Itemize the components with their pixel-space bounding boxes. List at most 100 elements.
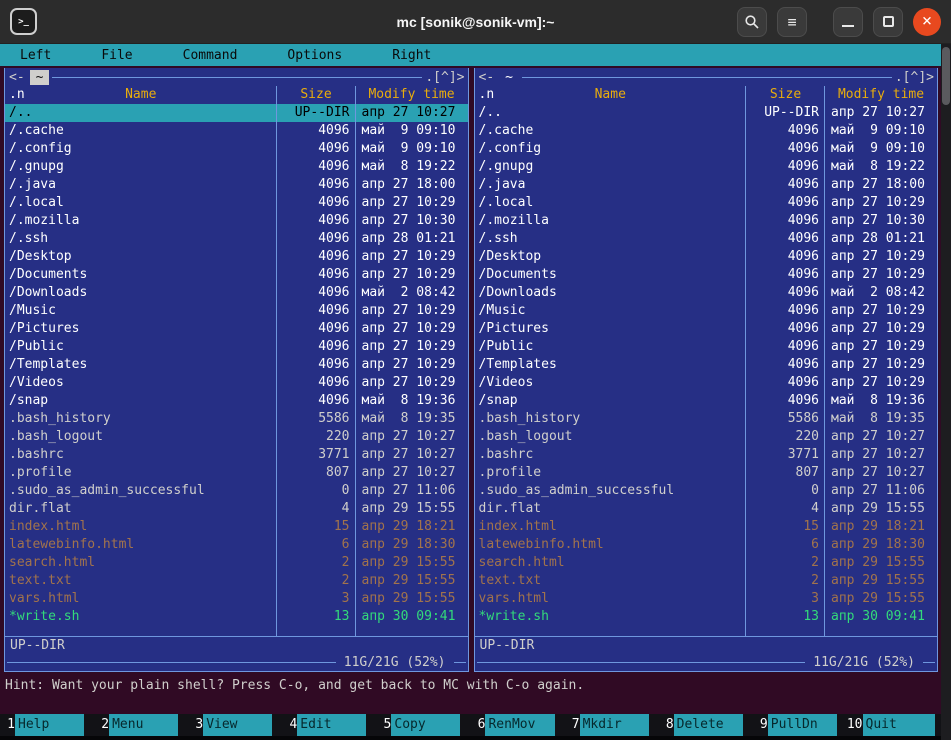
file-row[interactable]: /..UP--DIRапр 27 10:27 [475,104,938,122]
file-row[interactable]: /Templates4096апр 27 10:29 [5,356,468,374]
minimize-button[interactable] [833,7,863,37]
close-button[interactable]: × [913,8,941,36]
file-row[interactable]: .bash_logout220апр 27 10:27 [5,428,468,446]
file-row[interactable]: *write.sh13апр 30 09:41 [5,608,468,626]
menu-button[interactable]: ≡ [777,7,807,37]
file-row[interactable]: /Pictures4096апр 27 10:29 [475,320,938,338]
fkey-view[interactable]: 3View [188,714,282,736]
file-row[interactable]: /.local4096апр 27 10:29 [475,194,938,212]
file-row[interactable]: /Desktop4096апр 27 10:29 [475,248,938,266]
panel-history-marks[interactable]: .[^]> [425,70,464,85]
file-row[interactable]: /Pictures4096апр 27 10:29 [5,320,468,338]
file-row[interactable]: /snap4096май 8 19:36 [475,392,938,410]
file-row[interactable]: .profile807апр 27 10:27 [5,464,468,482]
file-row[interactable]: .sudo_as_admin_successful0апр 27 11:06 [475,482,938,500]
scrollbar-track[interactable] [941,44,951,740]
file-row[interactable]: /.config4096май 9 09:10 [475,140,938,158]
file-row[interactable]: /.java4096апр 27 18:00 [5,176,468,194]
file-row[interactable]: .profile807апр 27 10:27 [475,464,938,482]
fkey-pulldn[interactable]: 9PullDn [753,714,847,736]
file-size-cell: 3 [746,590,825,608]
column-header-mtime[interactable]: Modify time [825,86,937,104]
file-row[interactable]: /Videos4096апр 27 10:29 [5,374,468,392]
file-row[interactable]: vars.html3апр 29 15:55 [5,590,468,608]
file-row[interactable]: /snap4096май 8 19:36 [5,392,468,410]
file-row[interactable]: /.config4096май 9 09:10 [5,140,468,158]
file-row[interactable]: .bash_logout220апр 27 10:27 [475,428,938,446]
file-row[interactable]: /..UP--DIRапр 27 10:27 [5,104,468,122]
panel-history-marks[interactable]: .[^]> [895,70,934,85]
file-row[interactable]: latewebinfo.html6апр 29 18:30 [5,536,468,554]
file-row[interactable]: .bashrc3771апр 27 10:27 [475,446,938,464]
file-row[interactable]: /Music4096апр 27 10:29 [475,302,938,320]
file-time-cell: май 2 08:42 [356,284,468,302]
fkey-edit[interactable]: 4Edit [282,714,376,736]
menu-options[interactable]: Options [287,48,342,63]
file-row[interactable]: .sudo_as_admin_successful0апр 27 11:06 [5,482,468,500]
file-row[interactable]: /.mozilla4096апр 27 10:30 [5,212,468,230]
file-row[interactable]: /.local4096апр 27 10:29 [5,194,468,212]
search-button[interactable] [737,7,767,37]
titlebar[interactable]: >_ mc [sonik@sonik-vm]:~ ≡ × [0,0,951,44]
file-row[interactable]: dir.flat4апр 29 15:55 [475,500,938,518]
command-line[interactable]: sonik@sonik-vm:~$ [0,696,941,714]
fkey-help[interactable]: 1Help [0,714,94,736]
file-row[interactable]: text.txt2апр 29 15:55 [5,572,468,590]
fkey-menu[interactable]: 2Menu [94,714,188,736]
fkey-copy[interactable]: 5Copy [376,714,470,736]
file-row[interactable]: /Public4096апр 27 10:29 [475,338,938,356]
file-name-cell: /Templates [475,356,747,374]
file-row[interactable]: /Videos4096апр 27 10:29 [475,374,938,392]
file-row[interactable]: /Templates4096апр 27 10:29 [475,356,938,374]
column-header-size[interactable]: Size [277,86,356,104]
menu-command[interactable]: Command [183,48,238,63]
file-row[interactable]: /.ssh4096апр 28 01:21 [5,230,468,248]
fkey-renmov[interactable]: 6RenMov [470,714,564,736]
file-row[interactable]: search.html2апр 29 15:55 [475,554,938,572]
file-row[interactable]: index.html15апр 29 18:21 [475,518,938,536]
file-row[interactable]: /.gnupg4096май 8 19:22 [5,158,468,176]
file-name-cell: /.. [475,104,747,122]
file-row[interactable]: /.cache4096май 9 09:10 [475,122,938,140]
back-arrow[interactable]: <- [479,70,495,85]
file-row[interactable]: /.java4096апр 27 18:00 [475,176,938,194]
file-row[interactable]: /Downloads4096май 2 08:42 [5,284,468,302]
panel-path[interactable]: ~ [30,70,50,85]
file-size-cell: 4096 [746,230,825,248]
menu-left[interactable]: Left [20,48,51,63]
file-row[interactable]: /.cache4096май 9 09:10 [5,122,468,140]
file-row[interactable]: index.html15апр 29 18:21 [5,518,468,536]
file-row[interactable]: /.gnupg4096май 8 19:22 [475,158,938,176]
file-row[interactable]: /Desktop4096апр 27 10:29 [5,248,468,266]
file-row[interactable]: /.ssh4096апр 28 01:21 [475,230,938,248]
column-header-mtime[interactable]: Modify time [356,86,468,104]
file-row[interactable]: vars.html3апр 29 15:55 [475,590,938,608]
file-row[interactable]: /.mozilla4096апр 27 10:30 [475,212,938,230]
file-row[interactable]: /Public4096апр 27 10:29 [5,338,468,356]
file-row[interactable]: /Documents4096апр 27 10:29 [5,266,468,284]
scrollbar-thumb[interactable] [942,47,950,105]
panel-path[interactable]: ~ [499,70,519,85]
file-row[interactable]: dir.flat4апр 29 15:55 [5,500,468,518]
fkey-quit[interactable]: 10Quit [847,714,941,736]
maximize-button[interactable] [873,7,903,37]
fkey-delete[interactable]: 8Delete [659,714,753,736]
file-row[interactable]: /Music4096апр 27 10:29 [5,302,468,320]
file-row[interactable]: /Downloads4096май 2 08:42 [475,284,938,302]
file-row[interactable]: search.html2апр 29 15:55 [5,554,468,572]
menu-right[interactable]: Right [392,48,431,63]
column-header-name[interactable]: Name [595,87,626,102]
file-row[interactable]: *write.sh13апр 30 09:41 [475,608,938,626]
file-row[interactable]: text.txt2апр 29 15:55 [475,572,938,590]
menu-file[interactable]: File [101,48,132,63]
fkey-mkdir[interactable]: 7Mkdir [565,714,659,736]
file-row[interactable]: .bashrc3771апр 27 10:27 [5,446,468,464]
file-row[interactable]: .bash_history5586май 8 19:35 [475,410,938,428]
column-header-size[interactable]: Size [746,86,825,104]
column-header-name[interactable]: Name [125,87,156,102]
file-row[interactable]: latewebinfo.html6апр 29 18:30 [475,536,938,554]
back-arrow[interactable]: <- [9,70,25,85]
file-name-cell: .bashrc [5,446,277,464]
file-row[interactable]: /Documents4096апр 27 10:29 [475,266,938,284]
file-row[interactable]: .bash_history5586май 8 19:35 [5,410,468,428]
